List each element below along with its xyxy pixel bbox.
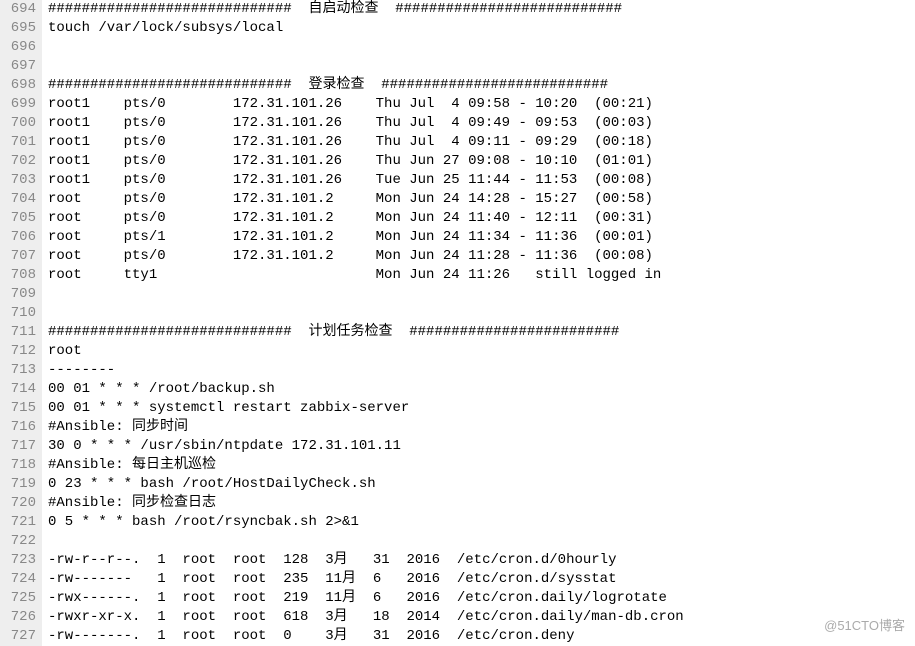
line-number: 707	[4, 247, 36, 266]
code-line: -rw------- 1 root root 235 11月 6 2016 /e…	[48, 570, 684, 589]
line-number: 715	[4, 399, 36, 418]
line-number: 721	[4, 513, 36, 532]
code-line: root1 pts/0 172.31.101.26 Thu Jun 27 09:…	[48, 152, 684, 171]
code-line: #Ansible: 同步时间	[48, 418, 684, 437]
code-line: 0 5 * * * bash /root/rsyncbak.sh 2>&1	[48, 513, 684, 532]
line-number: 710	[4, 304, 36, 323]
line-number: 701	[4, 133, 36, 152]
code-line: 00 01 * * * systemctl restart zabbix-ser…	[48, 399, 684, 418]
code-line: 0 23 * * * bash /root/HostDailyCheck.sh	[48, 475, 684, 494]
line-number-gutter: 6946956966976986997007017027037047057067…	[0, 0, 42, 646]
code-line: ############################# 登录检查 #####…	[48, 76, 684, 95]
code-line: ############################# 计划任务检查 ###…	[48, 323, 684, 342]
line-number: 717	[4, 437, 36, 456]
code-line: root tty1 Mon Jun 24 11:26 still logged …	[48, 266, 684, 285]
line-number: 699	[4, 95, 36, 114]
line-number: 722	[4, 532, 36, 551]
line-number: 720	[4, 494, 36, 513]
code-line	[48, 532, 684, 551]
line-number: 702	[4, 152, 36, 171]
code-line: root1 pts/0 172.31.101.26 Tue Jun 25 11:…	[48, 171, 684, 190]
code-line: root pts/0 172.31.101.2 Mon Jun 24 14:28…	[48, 190, 684, 209]
code-line: -rw-r--r--. 1 root root 128 3月 31 2016 /…	[48, 551, 684, 570]
code-line: ############################# 自启动检查 ####…	[48, 0, 684, 19]
line-number: 726	[4, 608, 36, 627]
code-line: touch /var/lock/subsys/local	[48, 19, 684, 38]
line-number: 716	[4, 418, 36, 437]
line-number: 695	[4, 19, 36, 38]
code-line: #Ansible: 同步检查日志	[48, 494, 684, 513]
code-line: -rw-------. 1 root root 0 3月 31 2016 /et…	[48, 627, 684, 646]
line-number: 697	[4, 57, 36, 76]
code-line: root1 pts/0 172.31.101.26 Thu Jul 4 09:4…	[48, 114, 684, 133]
code-line	[48, 304, 684, 323]
line-number: 719	[4, 475, 36, 494]
line-number: 703	[4, 171, 36, 190]
code-content: ############################# 自启动检查 ####…	[42, 0, 684, 646]
line-number: 696	[4, 38, 36, 57]
code-line	[48, 38, 684, 57]
code-line: -rwx------. 1 root root 219 11月 6 2016 /…	[48, 589, 684, 608]
line-number: 712	[4, 342, 36, 361]
line-number: 709	[4, 285, 36, 304]
code-line: root pts/0 172.31.101.2 Mon Jun 24 11:28…	[48, 247, 684, 266]
line-number: 727	[4, 627, 36, 646]
code-line: root	[48, 342, 684, 361]
code-line: -rwxr-xr-x. 1 root root 618 3月 18 2014 /…	[48, 608, 684, 627]
code-line: root1 pts/0 172.31.101.26 Thu Jul 4 09:1…	[48, 133, 684, 152]
code-line	[48, 285, 684, 304]
line-number: 723	[4, 551, 36, 570]
code-line: root pts/0 172.31.101.2 Mon Jun 24 11:40…	[48, 209, 684, 228]
line-number: 708	[4, 266, 36, 285]
code-line: 00 01 * * * /root/backup.sh	[48, 380, 684, 399]
line-number: 704	[4, 190, 36, 209]
line-number: 714	[4, 380, 36, 399]
line-number: 718	[4, 456, 36, 475]
code-line: root pts/1 172.31.101.2 Mon Jun 24 11:34…	[48, 228, 684, 247]
code-line: root1 pts/0 172.31.101.26 Thu Jul 4 09:5…	[48, 95, 684, 114]
code-editor: 6946956966976986997007017027037047057067…	[0, 0, 915, 646]
line-number: 724	[4, 570, 36, 589]
code-line	[48, 57, 684, 76]
code-line: --------	[48, 361, 684, 380]
line-number: 706	[4, 228, 36, 247]
line-number: 725	[4, 589, 36, 608]
line-number: 711	[4, 323, 36, 342]
code-line: #Ansible: 每日主机巡检	[48, 456, 684, 475]
line-number: 705	[4, 209, 36, 228]
line-number: 694	[4, 0, 36, 19]
line-number: 698	[4, 76, 36, 95]
line-number: 700	[4, 114, 36, 133]
line-number: 713	[4, 361, 36, 380]
code-line: 30 0 * * * /usr/sbin/ntpdate 172.31.101.…	[48, 437, 684, 456]
